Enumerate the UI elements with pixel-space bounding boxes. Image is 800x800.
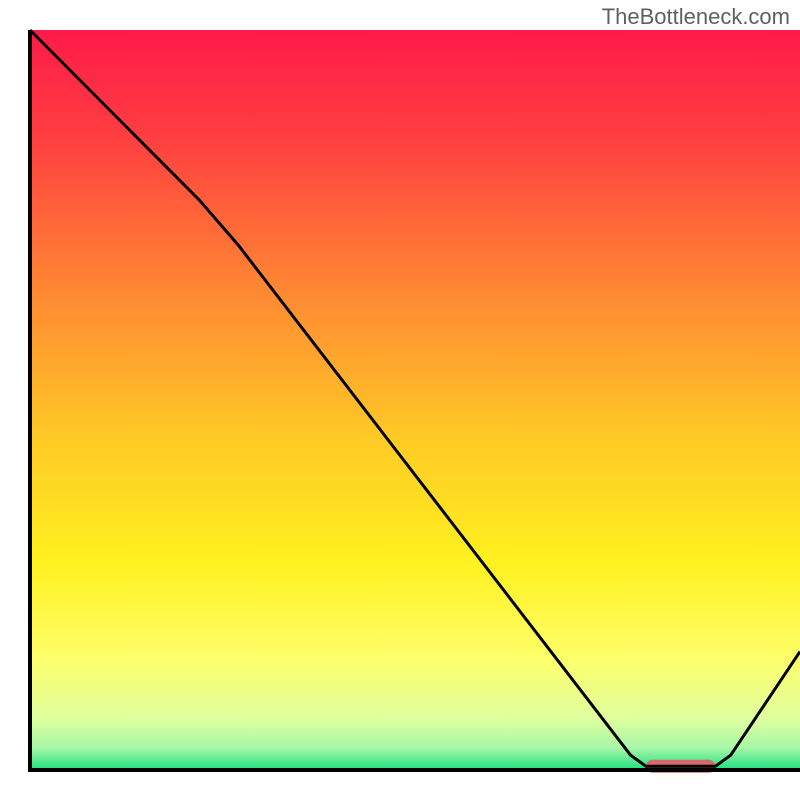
- gradient-background: [30, 30, 800, 770]
- watermark-text: TheBottleneck.com: [602, 4, 790, 30]
- chart-svg: [0, 0, 800, 800]
- bottleneck-chart: TheBottleneck.com: [0, 0, 800, 800]
